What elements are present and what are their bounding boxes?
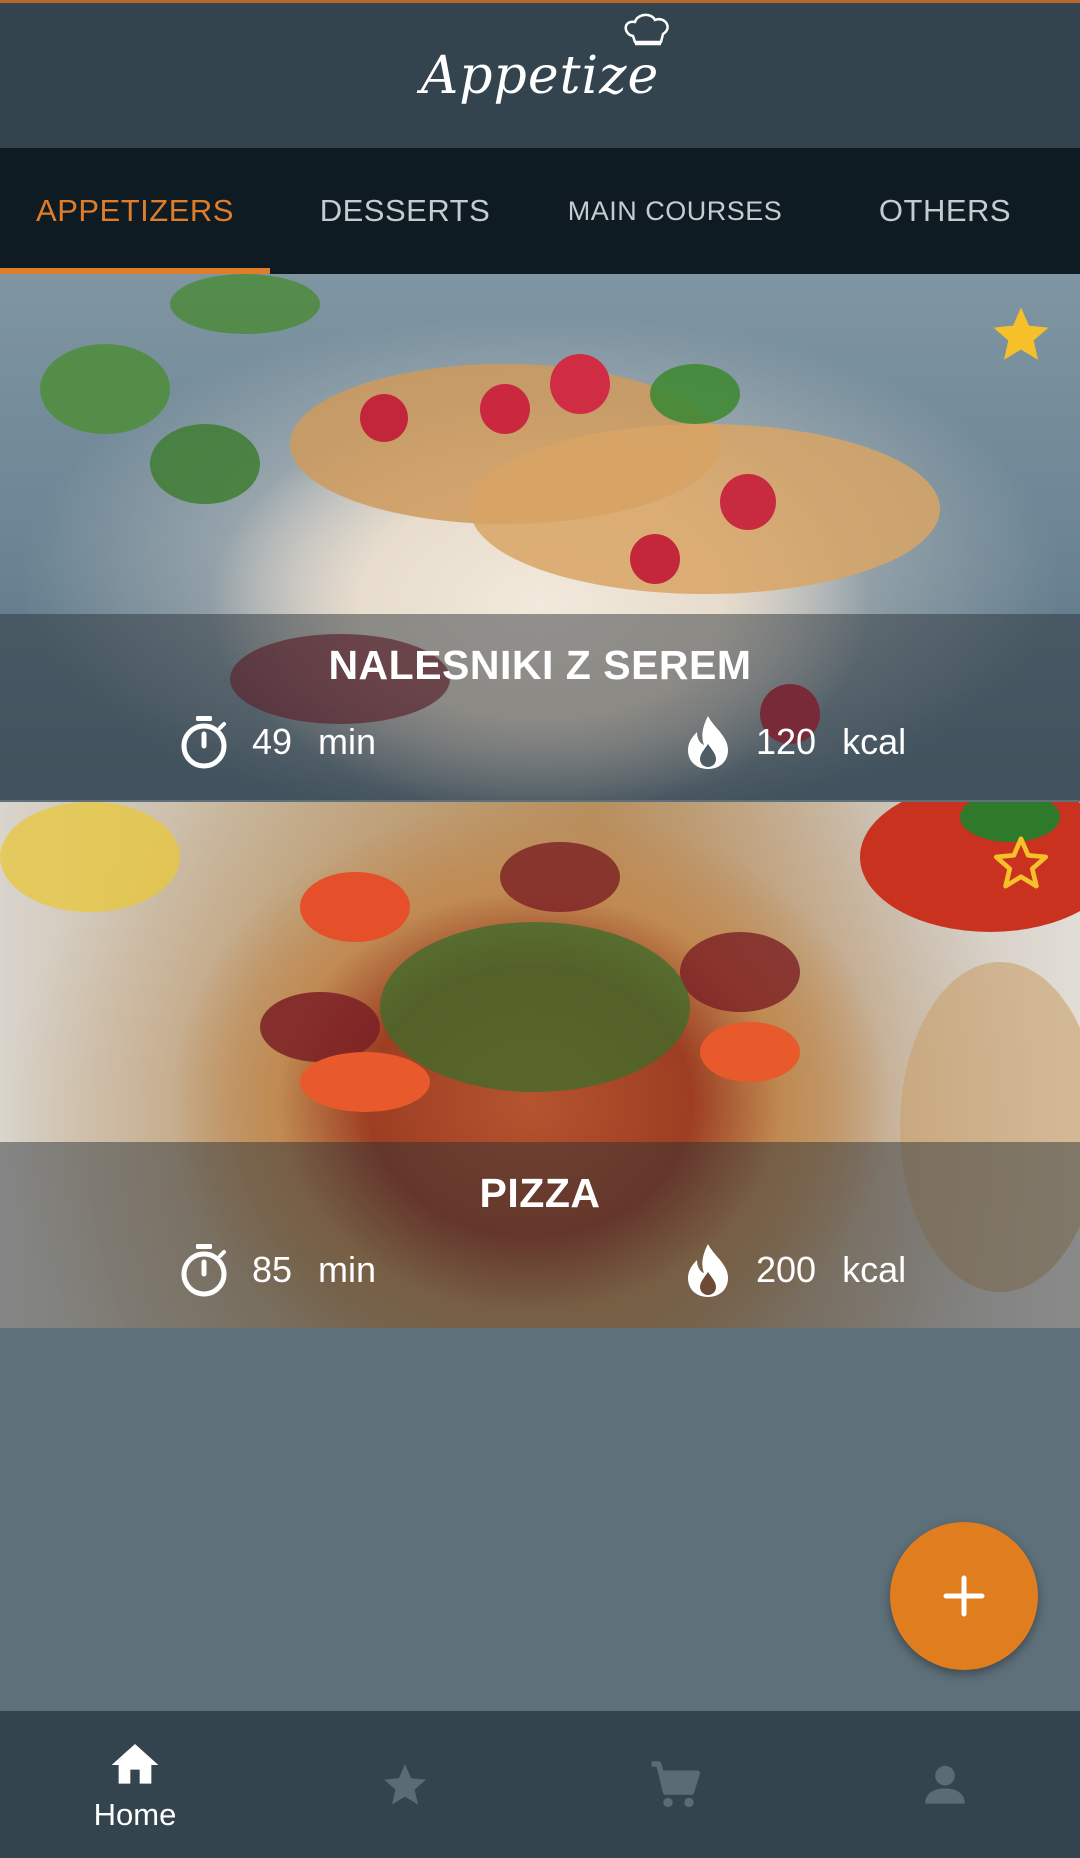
favorite-star-icon[interactable] [988,302,1054,368]
nav-home[interactable]: Home [0,1711,270,1858]
recipe-card[interactable]: NALESNIKI Z SEREM 49 min 120 kcal [0,274,1080,800]
chef-hat-icon [624,13,670,45]
app-logo-text: Appetize [420,45,660,106]
plus-icon [943,1575,985,1617]
cart-icon [651,1760,700,1807]
category-tabs: APPETIZERS DESSERTS MAIN COURSES OTHERS [0,148,1080,274]
recipe-time-unit: min [318,1249,377,1290]
recipe-calories-value: 120 [756,721,817,762]
recipe-time-unit: min [318,721,377,762]
recipe-calories: 200 kcal [682,1240,906,1300]
flame-icon [688,1244,728,1297]
person-icon [925,1765,965,1804]
app-header: Appetize [0,0,1080,148]
recipe-calories-unit: kcal [842,721,907,762]
favorite-star-outline-icon[interactable] [988,830,1054,896]
recipe-time-value: 85 [252,1249,293,1290]
recipe-calories-value: 200 [756,1249,817,1290]
nav-cart[interactable] [540,1711,810,1858]
star-icon [384,1763,426,1805]
recipe-time: 49 min [178,712,376,772]
tab-appetizers[interactable]: APPETIZERS [0,148,270,274]
nav-profile[interactable] [810,1711,1080,1858]
stopwatch-icon [181,1244,227,1297]
app-root: Appetize APPETIZERS DESSERTS MAIN COURSE… [0,0,1080,1858]
recipe-time-value: 49 [252,721,293,762]
stopwatch-icon [181,716,227,769]
tab-desserts[interactable]: DESSERTS [270,148,540,274]
bottom-navigation: Home [0,1711,1080,1858]
nav-home-label: Home [93,1796,177,1832]
add-recipe-button[interactable] [890,1522,1038,1670]
recipe-title: PIZZA [479,1170,601,1216]
recipe-calories-unit: kcal [842,1249,907,1290]
recipe-title: NALESNIKI Z SEREM [328,642,752,688]
nav-favorites[interactable] [270,1711,540,1858]
recipe-card[interactable]: PIZZA 85 min 200 kcal [0,802,1080,1328]
home-icon [111,1743,159,1784]
recipe-calories: 120 kcal [682,712,906,772]
recipe-time: 85 min [178,1240,376,1300]
flame-icon [688,716,728,769]
app-logo: Appetize [420,13,670,106]
tab-others[interactable]: OTHERS [810,148,1080,274]
tab-main-courses[interactable]: MAIN COURSES [540,148,810,274]
